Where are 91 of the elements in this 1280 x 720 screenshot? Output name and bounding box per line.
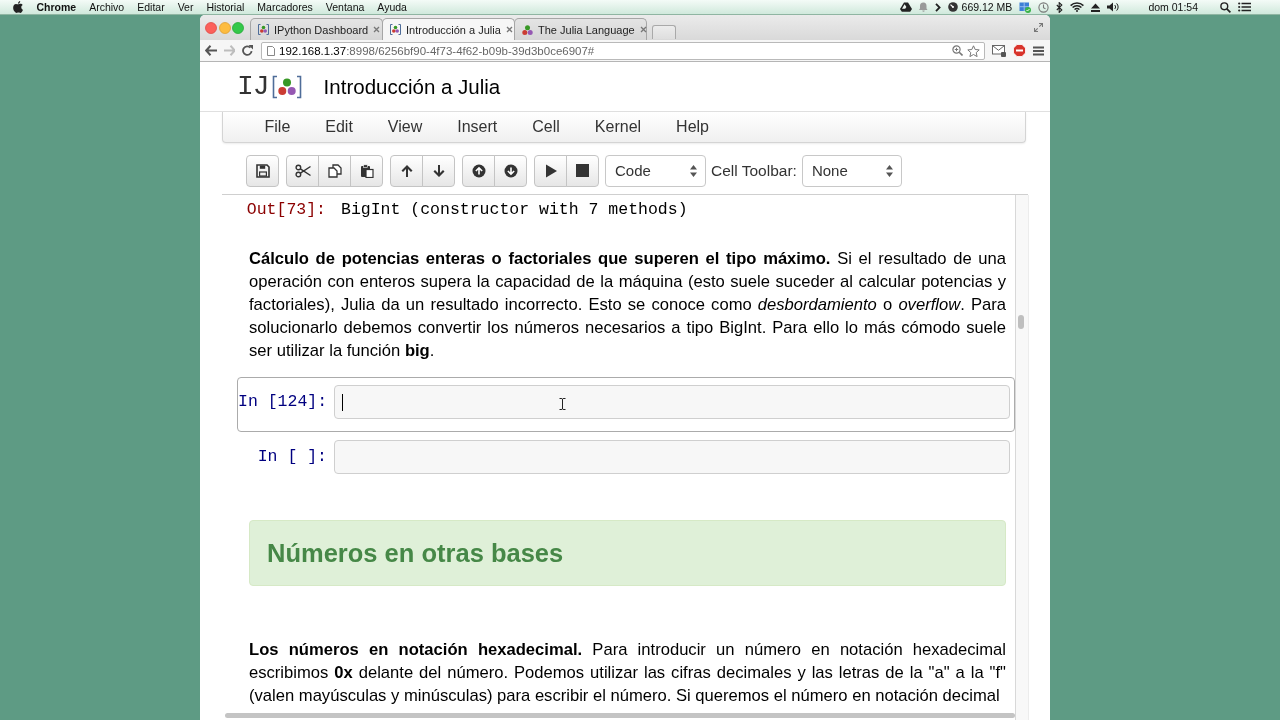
menu-item[interactable]: Ver	[171, 0, 200, 14]
clock-history-icon[interactable]	[1038, 1, 1050, 13]
paste-button[interactable]	[350, 154, 383, 187]
scrollbar-thumb[interactable]	[1018, 315, 1024, 329]
logo-text: IJ	[237, 72, 269, 101]
browser-tab[interactable]: The Julia Language	[514, 18, 647, 40]
sync-check-icon[interactable]	[1019, 1, 1032, 13]
bluetooth-icon[interactable]	[1056, 1, 1064, 13]
search-icon[interactable]	[1220, 1, 1231, 13]
page-icon	[267, 45, 275, 56]
menu-item[interactable]: Cell	[514, 117, 578, 137]
wifi-icon[interactable]	[1070, 2, 1085, 12]
back-arrow-icon[interactable]	[205, 45, 217, 56]
close-icon[interactable]	[373, 26, 381, 33]
menu-item[interactable]: Insert	[439, 117, 515, 137]
run-button[interactable]	[534, 154, 567, 187]
menu-item[interactable]: Ayuda	[370, 0, 414, 14]
volume-icon[interactable]	[1107, 2, 1120, 12]
updown-arrows-icon	[690, 164, 697, 177]
close-icon[interactable]	[505, 26, 513, 33]
menu-item[interactable]: Editar	[130, 0, 172, 14]
code-cell[interactable]: In [124]:	[237, 377, 1015, 432]
eject-icon[interactable]	[1091, 2, 1101, 12]
menu-item[interactable]: Kernel	[577, 117, 659, 137]
menu-item[interactable]: Edit	[307, 117, 371, 137]
star-icon[interactable]	[967, 44, 980, 57]
output-prompt: Out[73]:	[245, 199, 327, 221]
envelope-icon[interactable]	[992, 44, 1006, 57]
close-window-icon[interactable]	[205, 21, 217, 34]
updown-arrows-icon	[885, 164, 893, 177]
circle-arrow-up-icon	[471, 163, 486, 178]
insert-above-button[interactable]	[462, 154, 495, 187]
apple-icon[interactable]	[13, 1, 23, 13]
play-icon	[544, 163, 557, 178]
code-input-field[interactable]	[334, 385, 1010, 419]
menu-item[interactable]: Ventana	[319, 0, 371, 14]
triangle-icon[interactable]	[899, 2, 912, 12]
notebook-title[interactable]: Introducción a Julia	[323, 74, 501, 99]
input-prompt: In [ ]:	[256, 446, 328, 468]
browser-tab[interactable]: IPython Dashboard	[250, 18, 383, 40]
bracket-dots-icon	[258, 24, 269, 35]
cell-toolbar-select[interactable]: None	[801, 154, 902, 187]
menu-item[interactable]: Archivo	[82, 0, 131, 14]
browser-tab[interactable]: Introducción a Julia	[382, 18, 515, 40]
memory-usage-text[interactable]: 669.12 MB	[961, 1, 1013, 13]
stop-button[interactable]	[566, 154, 599, 187]
menu-item[interactable]: Help	[658, 117, 727, 137]
clock-text[interactable]: dom 01:54	[1148, 1, 1198, 13]
copy-button[interactable]	[318, 154, 351, 187]
heading-text: Números en otras bases	[267, 538, 564, 568]
scissors-icon	[294, 163, 311, 178]
cell-type-select[interactable]: Code	[605, 154, 706, 187]
octagon-icon[interactable]	[1013, 44, 1026, 57]
text-caret-icon	[342, 393, 343, 411]
code-input-field[interactable]	[334, 440, 1010, 474]
three-dots-icon	[522, 24, 533, 35]
arrow-up-icon	[399, 163, 414, 178]
app-menu-item[interactable]: Chrome	[30, 1, 83, 13]
move-up-button[interactable]	[390, 154, 423, 187]
bracket-dots-icon	[390, 24, 401, 35]
move-down-button[interactable]	[422, 154, 455, 187]
save-button[interactable]	[246, 154, 279, 187]
menu-item[interactable]: Marcadores	[250, 0, 320, 14]
magnifier-icon[interactable]	[952, 45, 963, 56]
markdown-paragraph: Los números en notación hexadecimal. Para introducir un número en notación hexadecimal escribimos 0x delante del número. Podemos utilizar las cifras decimales y las letras de la "a" a la "f" (valen mayúsculas y minúsculas) para escribir el número. Si queremos el número en notación decimal	[249, 639, 1006, 707]
close-icon[interactable]	[639, 26, 647, 33]
menu-item[interactable]: Historial	[199, 0, 251, 14]
arrow-down-icon	[431, 163, 446, 178]
output-text: BigInt (constructor with 7 methods)	[340, 199, 688, 221]
input-prompt: In [124]:	[238, 391, 329, 413]
cell-toolbar-label: Cell Toolbar:	[711, 161, 797, 180]
markdown-paragraph: Cálculo de potencias enteras o factoriales que superen el tipo máximo. Si el resultado de una operación con enteros supera la capacidad de la máquina (esto suele suceder al calcular potencias y factoriales), Julia da un resultado incorrecto. Esto se conoce como desbordamiento o overflow. Para solucionarlo debemos convertir los números necesarios a tipo BigInt. Para ello lo más cómodo suele ser utilizar la función big.	[249, 248, 1006, 362]
insert-below-button[interactable]	[494, 154, 527, 187]
menu-item[interactable]: File	[247, 117, 308, 137]
menu-icon[interactable]	[1033, 45, 1044, 56]
circle-arrow-down-icon	[503, 163, 518, 178]
clipboard-icon	[359, 163, 374, 178]
gauge-icon[interactable]	[947, 2, 958, 12]
code-cell[interactable]: In [ ]:	[237, 432, 1015, 487]
address-field[interactable]: 192.168.1.37:8998/6256bf90-4f73-4f62-b09b-39d3b0ce6907#	[261, 41, 985, 60]
reload-icon[interactable]	[242, 45, 253, 56]
cut-button[interactable]	[286, 154, 319, 187]
horizontal-scrollbar[interactable]	[225, 713, 1015, 718]
menu-item[interactable]: View	[370, 117, 440, 137]
list-icon[interactable]	[1238, 2, 1251, 12]
chevron-icon[interactable]	[934, 2, 941, 12]
stop-icon	[576, 164, 589, 177]
bell-icon[interactable]	[918, 2, 928, 12]
copy-icon	[327, 163, 342, 178]
i-beam-pointer-icon	[559, 398, 566, 410]
expand-arrows-icon[interactable]	[1034, 23, 1043, 32]
